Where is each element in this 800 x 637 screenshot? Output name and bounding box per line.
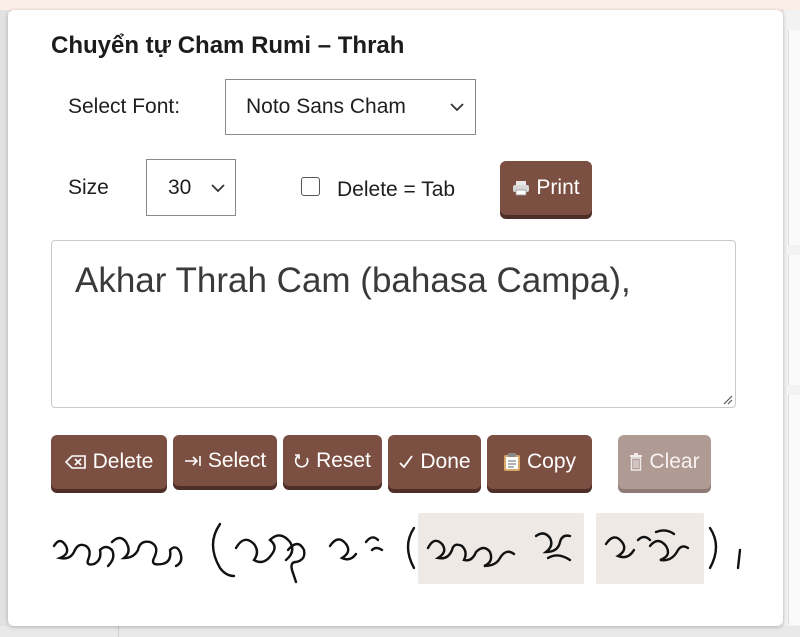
font-select[interactable]: Noto Sans Cham <box>225 79 476 135</box>
copy-button[interactable]: Copy <box>487 435 592 489</box>
delete-tab-checkbox[interactable] <box>301 177 320 196</box>
done-button[interactable]: Done <box>388 435 481 489</box>
chevron-down-icon <box>450 103 464 112</box>
size-label: Size <box>68 176 109 199</box>
delete-button[interactable]: Delete <box>51 435 167 489</box>
clear-button-label: Clear <box>649 450 700 473</box>
tab-arrow-icon <box>184 455 202 467</box>
transliteration-panel: Chuyển tự Cham Rumi – Thrah Select Font:… <box>8 10 783 626</box>
trash-icon <box>629 453 643 471</box>
print-button[interactable]: Print <box>500 161 592 215</box>
clipboard-icon <box>503 452 521 472</box>
background-right <box>784 10 800 637</box>
chevron-down-icon <box>211 183 225 192</box>
reset-button[interactable]: Reset <box>283 435 382 486</box>
printer-icon <box>512 180 530 196</box>
input-textarea[interactable]: Akhar Thrah Cam (bahasa Campa), <box>51 240 736 408</box>
input-text: Akhar Thrah Cam (bahasa Campa), <box>75 261 631 300</box>
checkmark-icon <box>398 454 414 470</box>
cham-script-glyphs <box>52 522 742 584</box>
size-select-value: 30 <box>168 175 192 199</box>
delete-button-label: Delete <box>92 450 154 473</box>
panel-title: Chuyển tự Cham Rumi – Thrah <box>51 32 405 59</box>
cham-script-output <box>50 512 780 584</box>
reset-button-label: Reset <box>316 448 371 472</box>
reset-arrow-icon <box>294 453 310 469</box>
delete-tab-label: Delete = Tab <box>337 178 456 201</box>
print-button-label: Print <box>536 176 580 199</box>
done-button-label: Done <box>420 450 471 473</box>
clear-button[interactable]: Clear <box>618 435 711 489</box>
font-select-value: Noto Sans Cham <box>246 95 406 118</box>
background-left <box>0 10 8 637</box>
backspace-icon <box>64 455 87 469</box>
resize-grip-icon <box>723 395 733 405</box>
size-select[interactable]: 30 <box>146 159 236 216</box>
select-font-label: Select Font: <box>68 95 181 118</box>
background-bottom <box>0 626 800 637</box>
copy-button-label: Copy <box>526 450 577 473</box>
select-button[interactable]: Select <box>173 435 277 486</box>
select-button-label: Select <box>207 448 267 472</box>
